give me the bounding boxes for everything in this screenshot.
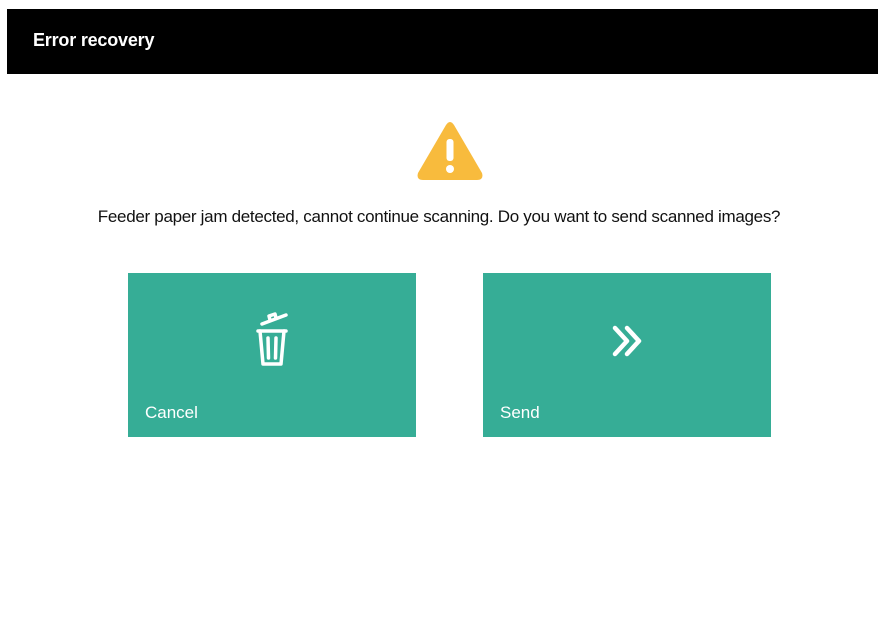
trash-can-icon	[256, 312, 288, 366]
dialog-message: Feeder paper jam detected, cannot contin…	[97, 207, 781, 226]
window-title: Error recovery	[33, 30, 155, 50]
title-bar: Error recovery	[7, 9, 878, 74]
send-label: Send	[500, 403, 540, 422]
send-button[interactable]: Send	[483, 273, 771, 437]
double-chevron-right-icon	[612, 325, 642, 357]
warning-triangle-icon	[417, 122, 483, 180]
cancel-button[interactable]: Cancel	[128, 273, 416, 437]
cancel-label: Cancel	[145, 403, 198, 422]
